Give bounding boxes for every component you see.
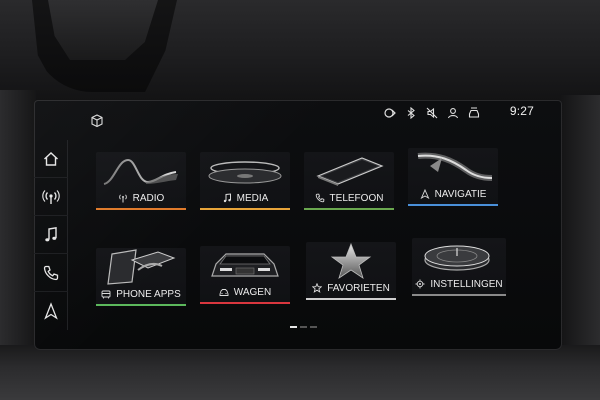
tile-label-row: FAVORIETEN [306, 281, 396, 295]
clock: 9:27 [509, 104, 534, 118]
music-note-icon [223, 193, 231, 203]
cube-icon[interactable] [90, 114, 104, 128]
tile-label: WAGEN [233, 286, 272, 298]
phone-icon [315, 193, 324, 203]
phone-apps-graphic [107, 249, 176, 285]
page-dot[interactable] [300, 326, 307, 328]
sidebar-item-radio[interactable] [34, 178, 68, 216]
dashboard-left-panel [0, 90, 36, 350]
status-bar: 9:27 [84, 100, 562, 130]
tile-wagen[interactable]: WAGEN [200, 246, 290, 304]
tile-accent-bar [408, 204, 498, 206]
tile-label-row: RADIO [96, 191, 186, 205]
tile-label: FAVORIETEN [327, 282, 390, 294]
star-graphic [330, 242, 372, 279]
sidebar-item-media[interactable] [34, 216, 68, 254]
tile-label-row: NAVIGATIE [408, 187, 498, 201]
tile-accent-bar [304, 208, 394, 210]
tile-media[interactable]: MEDIA [200, 152, 290, 210]
tile-accent-bar [200, 208, 290, 210]
tile-accent-bar [306, 298, 396, 300]
sidebar [34, 140, 68, 330]
music-note-icon [45, 226, 57, 241]
tile-label: MEDIA [236, 192, 269, 204]
bluetooth-icon [405, 106, 417, 120]
phone-icon [43, 265, 59, 280]
phone-graphic [316, 157, 384, 186]
tile-label-row: WAGEN [200, 285, 290, 299]
mute-icon [426, 106, 438, 119]
radio-antenna-icon [42, 189, 60, 204]
screen-glare [34, 100, 562, 350]
tile-accent-bar [412, 294, 506, 296]
sidebar-item-navigation[interactable] [34, 292, 68, 330]
tile-accent-bar [200, 302, 290, 304]
sidebar-item-phone[interactable] [34, 254, 68, 292]
tile-label: RADIO [132, 192, 165, 204]
sidebar-item-home[interactable] [34, 140, 68, 178]
tile-label: NAVIGATIE [434, 188, 487, 200]
radio-wave-graphic [103, 158, 178, 185]
car-data-icon [468, 106, 480, 118]
tile-label-row: INSTELLINGEN [412, 277, 506, 291]
navigation-arrow-icon [420, 189, 429, 199]
car-icon [219, 289, 229, 296]
car-graphic [211, 253, 279, 277]
page-dot[interactable] [290, 326, 297, 328]
home-icon [44, 151, 58, 166]
tile-navigatie[interactable]: NAVIGATIE [408, 148, 498, 206]
navigation-graphic [417, 152, 493, 181]
tile-label-row: TELEFOON [304, 191, 394, 205]
tile-accent-bar [96, 208, 186, 210]
tile-accent-bar [96, 304, 186, 306]
media-disc-graphic [208, 161, 282, 184]
tile-radio[interactable]: RADIO [96, 152, 186, 210]
star-icon [312, 283, 323, 293]
tile-label: TELEFOON [329, 192, 384, 204]
tile-label-row: MEDIA [200, 191, 290, 205]
infotainment-screen: 9:27 RADIO MEDIA TELEFOON NAVIGATIE PHON… [34, 100, 562, 350]
phone-apps-icon [101, 290, 111, 299]
tile-instellingen[interactable]: INSTELLINGEN [412, 238, 506, 296]
dashboard-bottom [0, 345, 600, 400]
tile-telefoon[interactable]: TELEFOON [304, 152, 394, 210]
status-icons [384, 100, 480, 124]
user-icon [447, 106, 459, 119]
navigation-arrow-icon [44, 302, 58, 320]
tile-label: INSTELLINGEN [430, 278, 503, 290]
tile-phone-apps[interactable]: PHONE APPS [96, 248, 186, 306]
navigation-status-icon [384, 106, 396, 118]
dashboard-right-panel [560, 95, 600, 350]
tile-label: PHONE APPS [116, 288, 181, 300]
page-dot[interactable] [310, 326, 317, 328]
page-indicator [290, 326, 317, 328]
gear-icon [415, 279, 425, 289]
tile-label-row: PHONE APPS [96, 287, 186, 301]
settings-dial-graphic [424, 245, 490, 271]
tile-favorieten[interactable]: FAVORIETEN [306, 242, 396, 300]
radio-antenna-icon [118, 194, 127, 203]
